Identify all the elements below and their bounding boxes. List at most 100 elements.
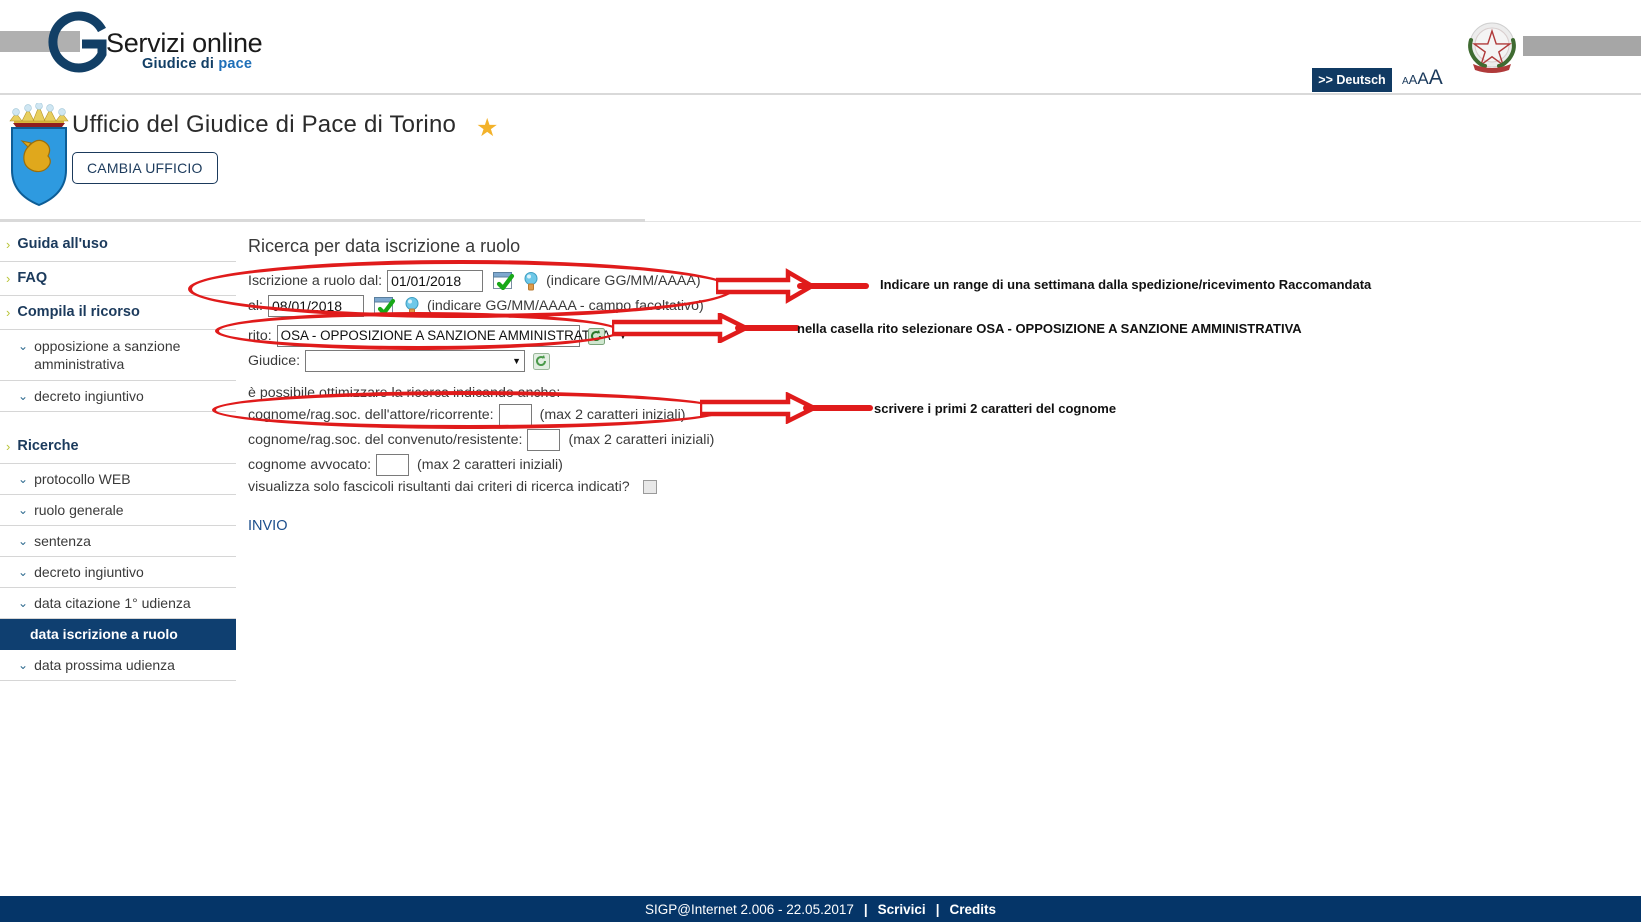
sidebar-item-ruolo-generale[interactable]: ⌄ ruolo generale xyxy=(0,495,236,526)
giudice-label: Giudice: xyxy=(248,353,301,369)
date-to-input[interactable] xyxy=(267,295,364,317)
font-size-medium-button[interactable]: A xyxy=(1409,72,1418,87)
giudice-select[interactable]: ▼ xyxy=(305,350,526,372)
chevron-down-icon: ⌄ xyxy=(18,389,29,403)
sidebar-item-data-prossima-udienza[interactable]: ⌄ data prossima udienza xyxy=(0,650,236,681)
giudice-row: Giudice: ▼ xyxy=(248,350,948,372)
font-size-large-button[interactable]: A xyxy=(1417,69,1428,89)
only-results-checkbox[interactable] xyxy=(642,480,657,494)
attore-label: cognome/rag.soc. dell'attore/ricorrente: xyxy=(248,407,494,423)
sidebar-item-data-citazione[interactable]: ⌄ data citazione 1° udienza xyxy=(0,588,236,619)
office-divider xyxy=(0,219,645,222)
avvocato-input[interactable] xyxy=(376,454,410,476)
submit-button[interactable]: INVIO xyxy=(248,518,948,534)
sidebar-item-label: sentenza xyxy=(34,533,91,549)
sidebar-item-faq[interactable]: › FAQ xyxy=(0,262,236,296)
sidebar-item-label: data iscrizione a ruolo xyxy=(30,626,178,642)
font-size-xlarge-button[interactable]: A xyxy=(1429,66,1443,90)
sidebar-item-ricerche[interactable]: › Ricerche xyxy=(0,430,236,464)
avvocato-label: cognome avvocato: xyxy=(248,457,372,473)
footer-separator-1: | xyxy=(863,901,868,917)
date-from-hint: (indicare GG/MM/AAAA) xyxy=(546,273,701,289)
rito-select[interactable]: OSA - OPPOSIZIONE A SANZIONE AMMINISTRAT… xyxy=(276,325,627,347)
rito-reset-icon[interactable] xyxy=(587,327,605,345)
chevron-down-icon: ▼ xyxy=(512,356,522,366)
chevron-down-icon: ▼ xyxy=(618,331,628,341)
sidebar-item-label: decreto ingiuntivo xyxy=(34,564,144,580)
sidebar-item-sentenza[interactable]: ⌄ sentenza xyxy=(0,526,236,557)
chevron-down-icon: ⌄ xyxy=(18,339,29,353)
sidebar-item-label: Compila il ricorso xyxy=(17,304,140,320)
font-size-small-button[interactable]: A xyxy=(1402,76,1409,87)
sidebar-item-decreto-ingiuntivo-ricerca[interactable]: ⌄ decreto ingiuntivo xyxy=(0,557,236,588)
convenuto-row: cognome/rag.soc. del convenuto/resistent… xyxy=(248,429,948,451)
chevron-right-icon: › xyxy=(6,271,11,286)
chevron-right-icon: › xyxy=(6,237,11,252)
search-form: Ricerca per data iscrizione a ruolo Iscr… xyxy=(248,236,948,534)
date-to-label: al: xyxy=(248,298,263,314)
language-switch-button[interactable]: >> Deutsch xyxy=(1312,68,1392,92)
decorative-grey-bar-right xyxy=(1523,36,1641,56)
sidebar-item-label: opposizione a sanzione amministrativa xyxy=(34,338,181,372)
attore-hint: (max 2 caratteri iniziali) xyxy=(539,407,686,423)
chevron-down-icon: ⌄ xyxy=(18,503,29,517)
logo-g-icon xyxy=(48,11,107,73)
footer-bar: SIGP@Internet 2.006 - 22.05.2017 | Scriv… xyxy=(0,896,1641,922)
logo-subtitle-b: pace xyxy=(218,56,253,72)
sidebar-item-label: Ricerche xyxy=(17,438,79,454)
annotation-text-1: Indicare un range di una settimana dalla… xyxy=(880,277,1372,292)
only-results-label: visualizza solo fascicoli risultanti dai… xyxy=(248,479,630,495)
date-from-label: Iscrizione a ruolo dal: xyxy=(248,273,383,289)
calendar-picker-icon[interactable] xyxy=(493,272,515,290)
sidebar-nav: › Guida all'uso › FAQ › Compila il ricor… xyxy=(0,228,236,681)
change-office-button[interactable]: CAMBIA UFFICIO xyxy=(72,152,218,184)
chevron-down-icon: ⌄ xyxy=(18,658,29,672)
annotation-text-2: nella casella rito selezionare OSA - OPP… xyxy=(797,321,1302,336)
date-to-row: al: (indicare GG/MM/AAAA - campo facolta… xyxy=(248,295,948,317)
attore-input[interactable] xyxy=(498,404,532,426)
sidebar-item-label: ruolo generale xyxy=(34,502,124,518)
form-title: Ricerca per data iscrizione a ruolo xyxy=(248,236,521,256)
logo-subtitle: Giudice di pace xyxy=(142,56,252,72)
chevron-down-icon: ⌄ xyxy=(18,534,29,548)
chevron-down-icon: ⌄ xyxy=(18,565,29,579)
sidebar-item-protocollo-web[interactable]: ⌄ protocollo WEB xyxy=(0,464,236,495)
calendar-picker-icon[interactable] xyxy=(373,297,396,315)
hint-lightbulb-icon[interactable] xyxy=(405,296,419,316)
logo-title: Servizi online xyxy=(106,28,263,58)
logo-subtitle-a: Giudice di xyxy=(142,56,219,72)
attore-row: cognome/rag.soc. dell'attore/ricorrente:… xyxy=(248,404,948,426)
sidebar-item-data-iscrizione-ruolo[interactable]: data iscrizione a ruolo xyxy=(0,619,236,650)
footer-separator-2: | xyxy=(935,901,940,917)
chevron-right-icon: › xyxy=(6,305,11,320)
sidebar-item-label: decreto ingiuntivo xyxy=(34,388,144,404)
sidebar-item-decreto-ingiuntivo-compila[interactable]: ⌄ decreto ingiuntivo xyxy=(0,381,236,412)
sidebar-item-guida[interactable]: › Guida all'uso xyxy=(0,228,236,262)
footer-link-scrivici[interactable]: Scrivici xyxy=(878,902,926,917)
sidebar-item-label: data prossima udienza xyxy=(34,657,175,673)
footer-link-credits[interactable]: Credits xyxy=(949,902,996,917)
torino-crest-icon xyxy=(9,103,69,207)
chevron-down-icon: ⌄ xyxy=(18,472,29,486)
only-results-row: visualizza solo fascicoli risultanti dai… xyxy=(248,479,948,495)
top-header: Servizi online Giudice di pace >> Deutsc… xyxy=(0,0,1641,93)
sidebar-item-label: protocollo WEB xyxy=(34,471,131,487)
site-logo[interactable]: Servizi online Giudice di pace xyxy=(48,8,348,80)
page-title: Ufficio del Giudice di Pace di Torino xyxy=(72,111,457,138)
favorite-star-icon[interactable]: ★ xyxy=(476,113,498,143)
sidebar-item-label: FAQ xyxy=(17,270,48,286)
sidebar-item-opposizione-sanzione[interactable]: ⌄ opposizione a sanzione amministrativa xyxy=(0,330,236,381)
convenuto-input[interactable] xyxy=(527,429,561,451)
chevron-right-icon: › xyxy=(6,439,11,454)
giudice-reset-icon[interactable] xyxy=(533,352,551,370)
chevron-down-icon: ⌄ xyxy=(18,596,29,610)
rito-selected-value: OSA - OPPOSIZIONE A SANZIONE AMMINISTRAT… xyxy=(280,328,611,343)
office-bar: Ufficio del Giudice di Pace di Torino ★ … xyxy=(0,95,1641,220)
hint-lightbulb-icon[interactable] xyxy=(524,271,538,291)
font-size-controls[interactable]: A A A A xyxy=(1402,66,1443,90)
sidebar-item-compila-ricorso[interactable]: › Compila il ricorso xyxy=(0,296,236,330)
date-to-hint: (indicare GG/MM/AAAA - campo facoltativo… xyxy=(426,298,704,314)
date-from-row: Iscrizione a ruolo dal: (indicare GG/MM/… xyxy=(248,270,948,292)
date-from-input[interactable] xyxy=(387,270,484,292)
